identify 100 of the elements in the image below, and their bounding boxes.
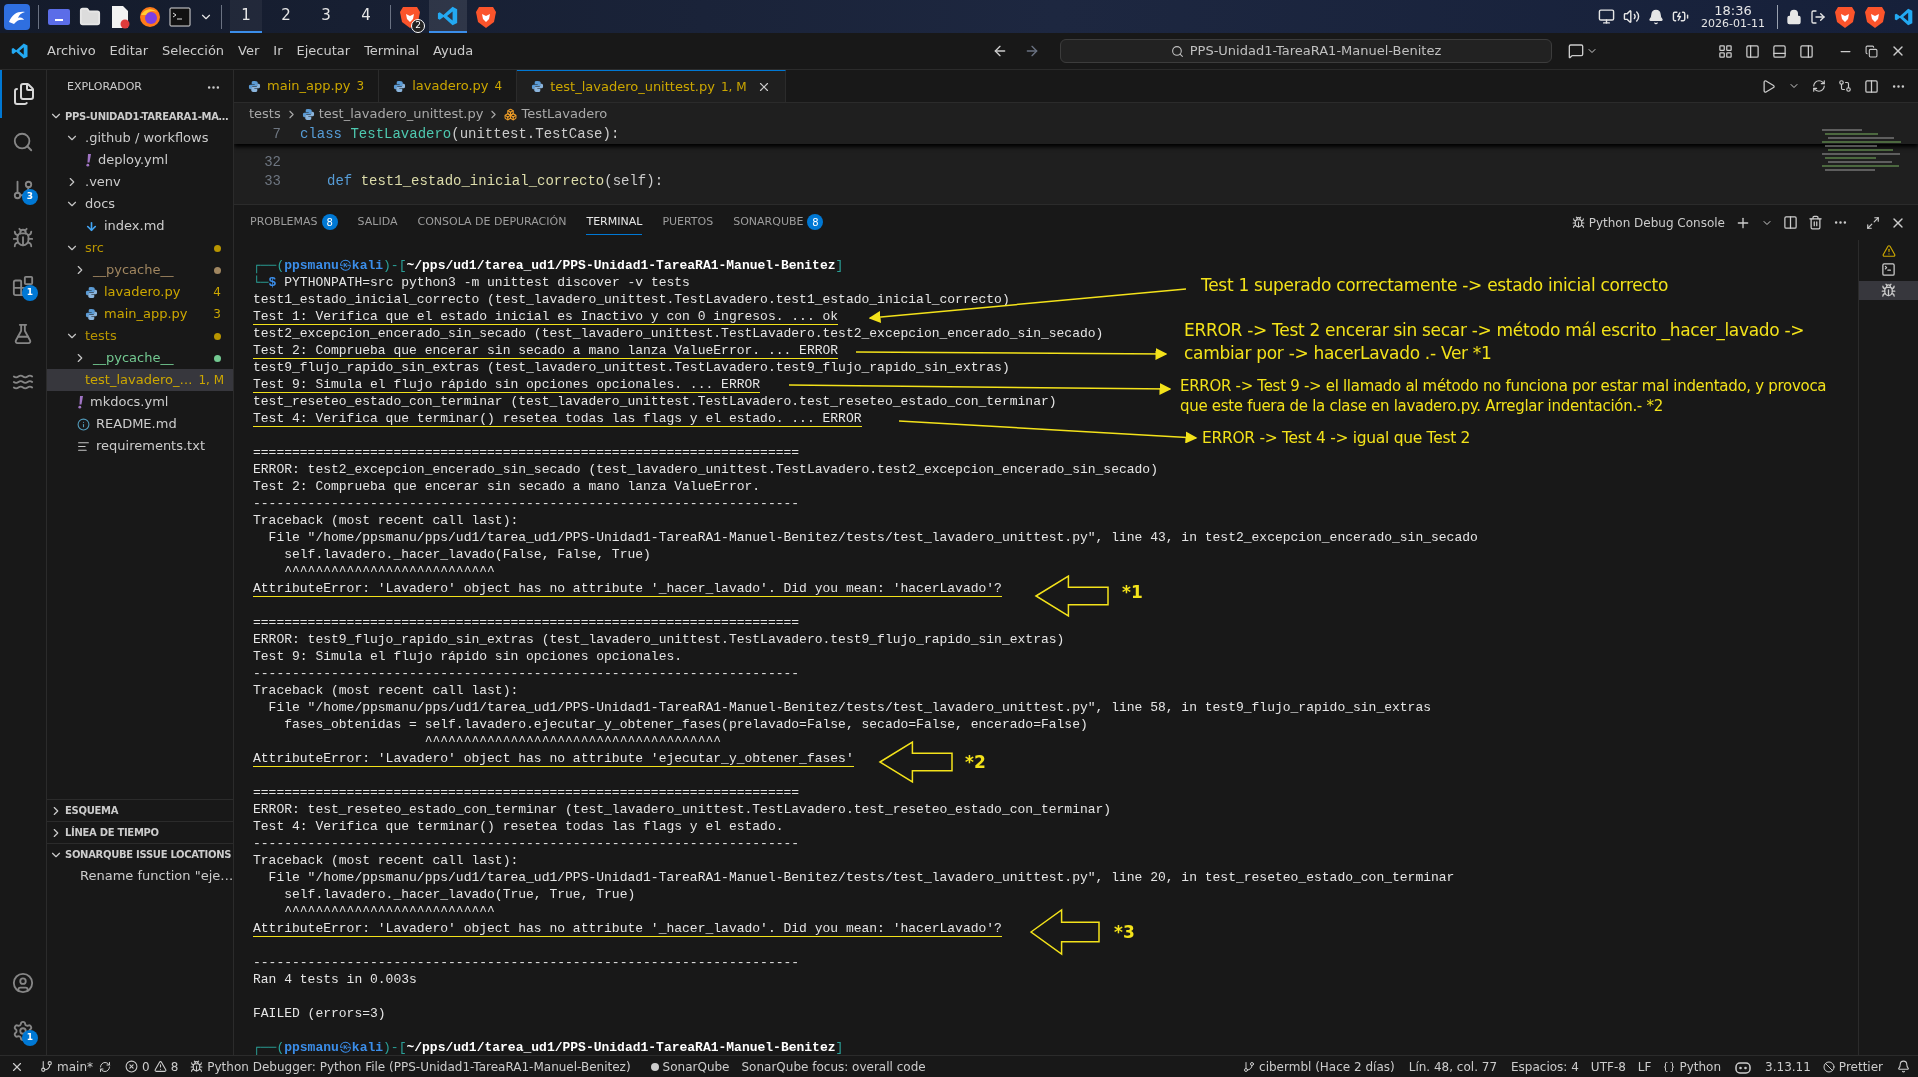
tree-item[interactable]: __pycache__ — [47, 259, 233, 281]
panel-tab[interactable]: PROBLEMAS 8 — [250, 210, 338, 235]
document-icon[interactable] — [109, 4, 131, 29]
code-editor-icon[interactable] — [437, 4, 459, 27]
explorer-icon[interactable] — [12, 82, 36, 106]
tree-item[interactable]: deploy.yml — [47, 149, 233, 171]
tree-item[interactable]: test_lavadero_… 1, M — [47, 369, 233, 391]
settings-icon[interactable] — [12, 1020, 34, 1042]
command-search-field[interactable]: PPS-Unidad1-TareaRA1-Manuel-Benitez — [1060, 39, 1552, 63]
tree-item[interactable]: __pycache__ — [47, 347, 233, 369]
search-icon[interactable] — [12, 131, 34, 153]
menu-item[interactable]: Terminal — [357, 33, 427, 69]
workspace-button[interactable]: 3 — [310, 0, 342, 33]
chat-icon[interactable] — [1568, 43, 1584, 59]
split-editor-icon[interactable] — [1864, 78, 1879, 94]
workspace-button[interactable]: 4 — [350, 0, 382, 33]
terminal-icon[interactable] — [1881, 262, 1896, 277]
section-header[interactable]: SONARQUBE ISSUE LOCATIONS — [47, 843, 233, 865]
tree-item[interactable]: PPS-UNIDAD1-TAREARA1-MA… — [47, 105, 233, 127]
panel-tab[interactable]: TERMINAL — [586, 210, 643, 235]
extensions-icon[interactable] — [12, 275, 34, 297]
tree-item[interactable]: .github / workflows — [47, 127, 233, 149]
panel-tab[interactable]: CONSOLA DE DEPURACIÓN — [417, 210, 567, 235]
menu-item[interactable]: Editar — [102, 33, 156, 69]
tree-item[interactable]: docs — [47, 193, 233, 215]
branch-item[interactable]: main* — [34, 1057, 99, 1076]
python-version[interactable]: 3.13.11 — [1759, 1057, 1817, 1076]
editor-tab[interactable]: test_lavadero_unittest.py 1, M — [517, 70, 786, 102]
tree-item[interactable]: lavadero.py 4 — [47, 281, 233, 303]
desktop-icon[interactable] — [47, 6, 71, 27]
secondary-sidebar-icon[interactable] — [1799, 43, 1814, 59]
lock-icon[interactable] — [1786, 8, 1802, 25]
tree-item[interactable]: .venv — [47, 171, 233, 193]
layout-icon[interactable] — [1718, 43, 1733, 59]
notification-icon[interactable] — [1897, 1060, 1910, 1073]
network-icon[interactable] — [1598, 8, 1616, 25]
sonar-item[interactable]: SonarQube — [644, 1057, 736, 1076]
workspace-button[interactable]: 1 — [230, 0, 262, 33]
issue-item[interactable]: Rename function "eje… — [47, 865, 233, 887]
run-debug-icon[interactable] — [12, 227, 34, 249]
indentation-item[interactable]: Espacios: 4 — [1505, 1057, 1585, 1076]
encoding-item[interactable]: UTF-8 — [1584, 1057, 1632, 1076]
debugger-item[interactable]: Python Debugger: Python File (PPS-Unidad1-TareaRA1-Manuel-Benitez) — [184, 1057, 637, 1076]
tree-item[interactable]: src — [47, 237, 233, 259]
maximize-icon[interactable] — [1866, 215, 1880, 230]
section-header[interactable]: ESQUEMA — [47, 799, 233, 821]
panel-tab[interactable]: SONARQUBE 8 — [733, 210, 824, 235]
sonar-focus-item[interactable]: SonarQube focus: overall code — [735, 1057, 932, 1076]
breadcrumb-item[interactable]: test_lavadero_unittest.py — [318, 104, 484, 124]
notification-icon[interactable] — [1648, 8, 1665, 25]
menu-item[interactable]: Selección — [155, 33, 232, 69]
warning-icon[interactable] — [1881, 244, 1896, 258]
panel-tab[interactable]: PUERTOS — [662, 210, 714, 235]
workspace-button[interactable]: 2 — [270, 0, 302, 33]
menu-item[interactable]: Ir — [266, 33, 290, 69]
lion-browser-icon[interactable] — [399, 4, 421, 29]
formatter-item[interactable]: Prettier — [1816, 1057, 1889, 1076]
sync-icon[interactable] — [1812, 79, 1826, 93]
fox-browser-icon[interactable] — [139, 5, 161, 28]
volume-icon[interactable] — [1623, 8, 1641, 25]
terminal-icon[interactable] — [169, 6, 191, 27]
breadcrumb-item[interactable]: TestLavadero — [521, 104, 608, 124]
sync-icon[interactable] — [99, 1060, 111, 1073]
lion-browser-icon[interactable] — [1864, 4, 1886, 29]
compare-icon[interactable] — [1838, 79, 1852, 93]
split-terminal-icon[interactable] — [1783, 215, 1798, 230]
problems-item[interactable]: 0 8 — [119, 1057, 185, 1076]
terminal-selector[interactable]: Python Debug Console — [1571, 213, 1725, 232]
folder-icon[interactable] — [79, 5, 101, 28]
breadcrumb-item[interactable]: tests — [249, 104, 281, 124]
menu-item[interactable]: Ver — [231, 33, 267, 69]
run-icon[interactable] — [1761, 78, 1776, 94]
line-ending-item[interactable]: LF — [1631, 1057, 1658, 1076]
tree-item[interactable]: requirements.txt — [47, 435, 233, 457]
tree-item[interactable]: index.md — [47, 215, 233, 237]
menu-item[interactable]: Ejecutar — [289, 33, 358, 69]
forward-arrow-icon[interactable] — [1024, 43, 1040, 59]
lion-browser-icon[interactable] — [1834, 4, 1856, 29]
restore-icon[interactable] — [1865, 44, 1878, 58]
tree-item[interactable]: tests — [47, 325, 233, 347]
code-editor-icon[interactable] — [11, 42, 29, 60]
menu-item[interactable]: Ayuda — [426, 33, 481, 69]
sidebar-toggle-icon[interactable] — [1745, 43, 1760, 59]
debug-icon[interactable] — [1881, 283, 1896, 298]
lion-browser-icon[interactable] — [475, 4, 497, 29]
section-header[interactable]: LÍNEA DE TIEMPO — [47, 821, 233, 843]
panel-tab[interactable]: SALIDA — [357, 210, 398, 235]
account-icon[interactable] — [12, 972, 34, 994]
menu-item[interactable]: Archivo — [40, 33, 103, 69]
trash-icon[interactable] — [1808, 215, 1823, 230]
code-editor-icon[interactable] — [1894, 6, 1914, 27]
tree-item[interactable]: README.md — [47, 413, 233, 435]
logout-icon[interactable] — [1810, 8, 1826, 25]
testing-icon[interactable] — [12, 323, 34, 345]
cursor-position[interactable]: Lín. 48, col. 77 — [1400, 1057, 1506, 1076]
blame-item[interactable]: cibermbl (Hace 2 días) — [1237, 1057, 1401, 1076]
panel-toggle-icon[interactable] — [1772, 43, 1787, 59]
language-item[interactable]: Python — [1657, 1057, 1728, 1076]
tree-item[interactable]: mkdocs.yml — [47, 391, 233, 413]
tree-item[interactable]: main_app.py 3 — [47, 303, 233, 325]
